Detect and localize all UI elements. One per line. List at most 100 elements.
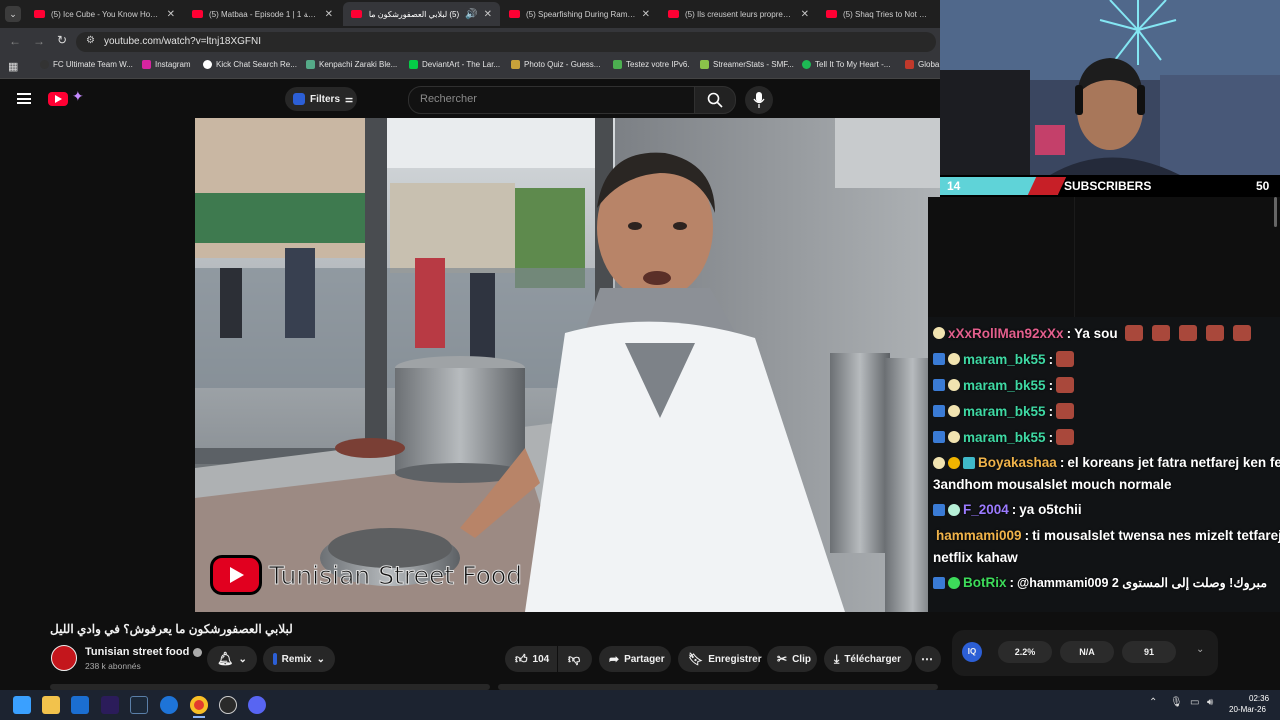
- chat-scrollbar[interactable]: [1274, 197, 1277, 227]
- bookmark-item[interactable]: Kick Chat Search Re...: [203, 60, 297, 69]
- remix-button[interactable]: Remix ⌄: [263, 646, 335, 672]
- channel-name[interactable]: Tunisian street food: [85, 646, 203, 658]
- browser-tab[interactable]: (5) Matbaa - Episode 1 | 1 حلقة ✕: [184, 2, 341, 26]
- clock-time[interactable]: 02:36: [1249, 694, 1269, 703]
- gift-badge-icon: [933, 405, 945, 417]
- bookmark-label: Testez votre IPv6.: [626, 60, 690, 69]
- back-icon[interactable]: ←: [9, 34, 21, 48]
- youtube-logo[interactable]: [48, 92, 68, 106]
- close-icon[interactable]: ✕: [484, 9, 492, 20]
- browser-tab[interactable]: (5) Shaq Tries to Not Make a: [818, 2, 940, 26]
- clock-date[interactable]: 20-Mar-26: [1229, 705, 1266, 714]
- channel-avatar[interactable]: [51, 645, 77, 671]
- address-row: ← → ↻ ⚙ youtube.com/watch?v=ltnj18XGFNI: [0, 28, 940, 56]
- apps-grid-icon[interactable]: ▦: [8, 60, 18, 73]
- url-text[interactable]: youtube.com/watch?v=ltnj18XGFNI: [104, 36, 261, 47]
- tray-chevron-icon[interactable]: ⌃: [1149, 697, 1157, 708]
- chat-username[interactable]: maram_bk55: [963, 352, 1046, 367]
- voice-search-button[interactable]: [745, 86, 773, 114]
- gift-badge-icon: [933, 353, 945, 365]
- windows-start-icon[interactable]: [13, 696, 31, 714]
- reload-icon[interactable]: ↻: [57, 33, 67, 47]
- chat-username[interactable]: maram_bk55: [963, 430, 1046, 445]
- chat-username[interactable]: F_2004: [963, 502, 1009, 517]
- iq-stat: 91: [1122, 641, 1176, 663]
- video-player[interactable]: Tunisian Street Food: [195, 118, 940, 612]
- subscriber-goal: 50: [1256, 179, 1270, 193]
- address-bar[interactable]: ⚙ youtube.com/watch?v=ltnj18XGFNI: [76, 32, 936, 52]
- iq-logo-icon[interactable]: IQ: [962, 642, 982, 662]
- forward-icon[interactable]: →: [33, 34, 45, 48]
- download-icon: ⤓: [834, 651, 840, 666]
- file-explorer-icon[interactable]: [42, 696, 60, 714]
- outlook-icon[interactable]: [71, 696, 89, 714]
- menu-icon[interactable]: [17, 93, 31, 104]
- bookmark-item[interactable]: Testez votre IPv6.: [613, 60, 690, 69]
- bookmark-item[interactable]: Tell It To My Heart -...: [802, 60, 890, 69]
- tab-title: (5) Spearfishing During Ramad: [526, 9, 636, 19]
- tab-search-button[interactable]: ⌄: [5, 6, 21, 22]
- premiere-icon[interactable]: [101, 696, 119, 714]
- obs-icon[interactable]: [219, 696, 237, 714]
- emote-icon: [1056, 403, 1075, 419]
- clip-button[interactable]: ✂ Clip: [767, 646, 817, 672]
- close-icon[interactable]: ✕: [167, 9, 175, 20]
- browser-tab[interactable]: (5) Spearfishing During Ramad ✕: [501, 2, 658, 26]
- chat-username[interactable]: xXxRollMan92xXx: [948, 326, 1064, 341]
- display-tray-icon[interactable]: ▭: [1190, 697, 1199, 708]
- chat-message: maram_bk55:: [933, 351, 1075, 367]
- filters-button[interactable]: Filters ⚌: [285, 87, 357, 111]
- download-button[interactable]: ⤓ Télécharger: [824, 646, 912, 672]
- microphone-tray-icon[interactable]: 🎙︎: [1170, 697, 1183, 708]
- tab-strip: ⌄ (5) Ice Cube - You Know How W ✕ (5) Mat…: [0, 0, 940, 28]
- gift-badge-icon: [933, 503, 945, 516]
- speaker-icon[interactable]: 🔊: [465, 9, 477, 20]
- chat-text: ti mousalslet twensa nes mizelt tetfarej: [1032, 528, 1280, 543]
- volume-tray-icon[interactable]: 🔊︎: [1207, 697, 1213, 708]
- bookmark-item[interactable]: Kenpachi Zaraki Ble...: [306, 60, 397, 69]
- close-icon[interactable]: ✕: [642, 9, 650, 20]
- chat-username[interactable]: BotRix: [963, 575, 1007, 590]
- notifications-button[interactable]: 🔔︎ ⌄: [207, 646, 257, 672]
- search-input[interactable]: Rechercher: [408, 86, 696, 114]
- bookmark-item[interactable]: Photo Quiz - Guess...: [511, 60, 600, 69]
- chevron-down-icon[interactable]: ⌄: [1196, 644, 1204, 655]
- chat-separator: :: [1059, 455, 1065, 470]
- close-icon[interactable]: ✕: [325, 9, 333, 20]
- dislike-button[interactable]: 👎︎: [558, 646, 592, 672]
- site-info-icon[interactable]: ⚙: [86, 35, 95, 46]
- chat-username[interactable]: maram_bk55: [963, 378, 1046, 393]
- chat-separator: :: [1009, 575, 1015, 590]
- iq-logo-icon: [293, 93, 305, 105]
- clip-label: Clip: [792, 653, 811, 665]
- doodle-icon[interactable]: ✦: [72, 88, 84, 105]
- bookmark-item[interactable]: Globa: [905, 60, 939, 69]
- app-icon[interactable]: [160, 696, 178, 714]
- chat-separator: :: [1066, 325, 1072, 341]
- chrome-icon[interactable]: [190, 696, 208, 714]
- browser-tab[interactable]: (5) Ice Cube - You Know How W ✕: [26, 2, 183, 26]
- bookmark-item[interactable]: StreamerStats - SMF...: [700, 60, 794, 69]
- steam-icon[interactable]: [130, 696, 148, 714]
- chat-message: maram_bk55:: [933, 377, 1075, 393]
- more-actions-button[interactable]: ⋯: [915, 646, 941, 672]
- chat-separator: :: [1048, 377, 1054, 393]
- subscriber-current: 14: [947, 179, 961, 193]
- share-button[interactable]: ➦ Partager: [599, 646, 671, 672]
- browser-tab-active[interactable]: (5) لبلابي العصفورشكون ما 🔊 ✕: [343, 2, 500, 26]
- chat-username[interactable]: hammami009: [936, 528, 1022, 543]
- like-button[interactable]: 👍︎ 104: [505, 646, 557, 672]
- bookmark-item[interactable]: FC Ultimate Team W...: [40, 60, 133, 69]
- video-left-padding: [0, 118, 195, 612]
- emote-icon: [1056, 429, 1075, 445]
- bookmark-item[interactable]: Instagram: [142, 60, 191, 69]
- tab-title: (5) Shaq Tries to Not Make a: [843, 9, 932, 19]
- bookmark-item[interactable]: DeviantArt - The Lar...: [409, 60, 500, 69]
- chat-username[interactable]: maram_bk55: [963, 404, 1046, 419]
- save-button[interactable]: 🔖︎ Enregistrer: [678, 646, 762, 672]
- chat-username[interactable]: Boyakashaa: [978, 455, 1057, 470]
- search-button[interactable]: [694, 86, 736, 114]
- close-icon[interactable]: ✕: [801, 9, 809, 20]
- discord-icon[interactable]: [248, 696, 266, 714]
- browser-tab[interactable]: (5) Ils creusent leurs propres to ✕: [660, 2, 817, 26]
